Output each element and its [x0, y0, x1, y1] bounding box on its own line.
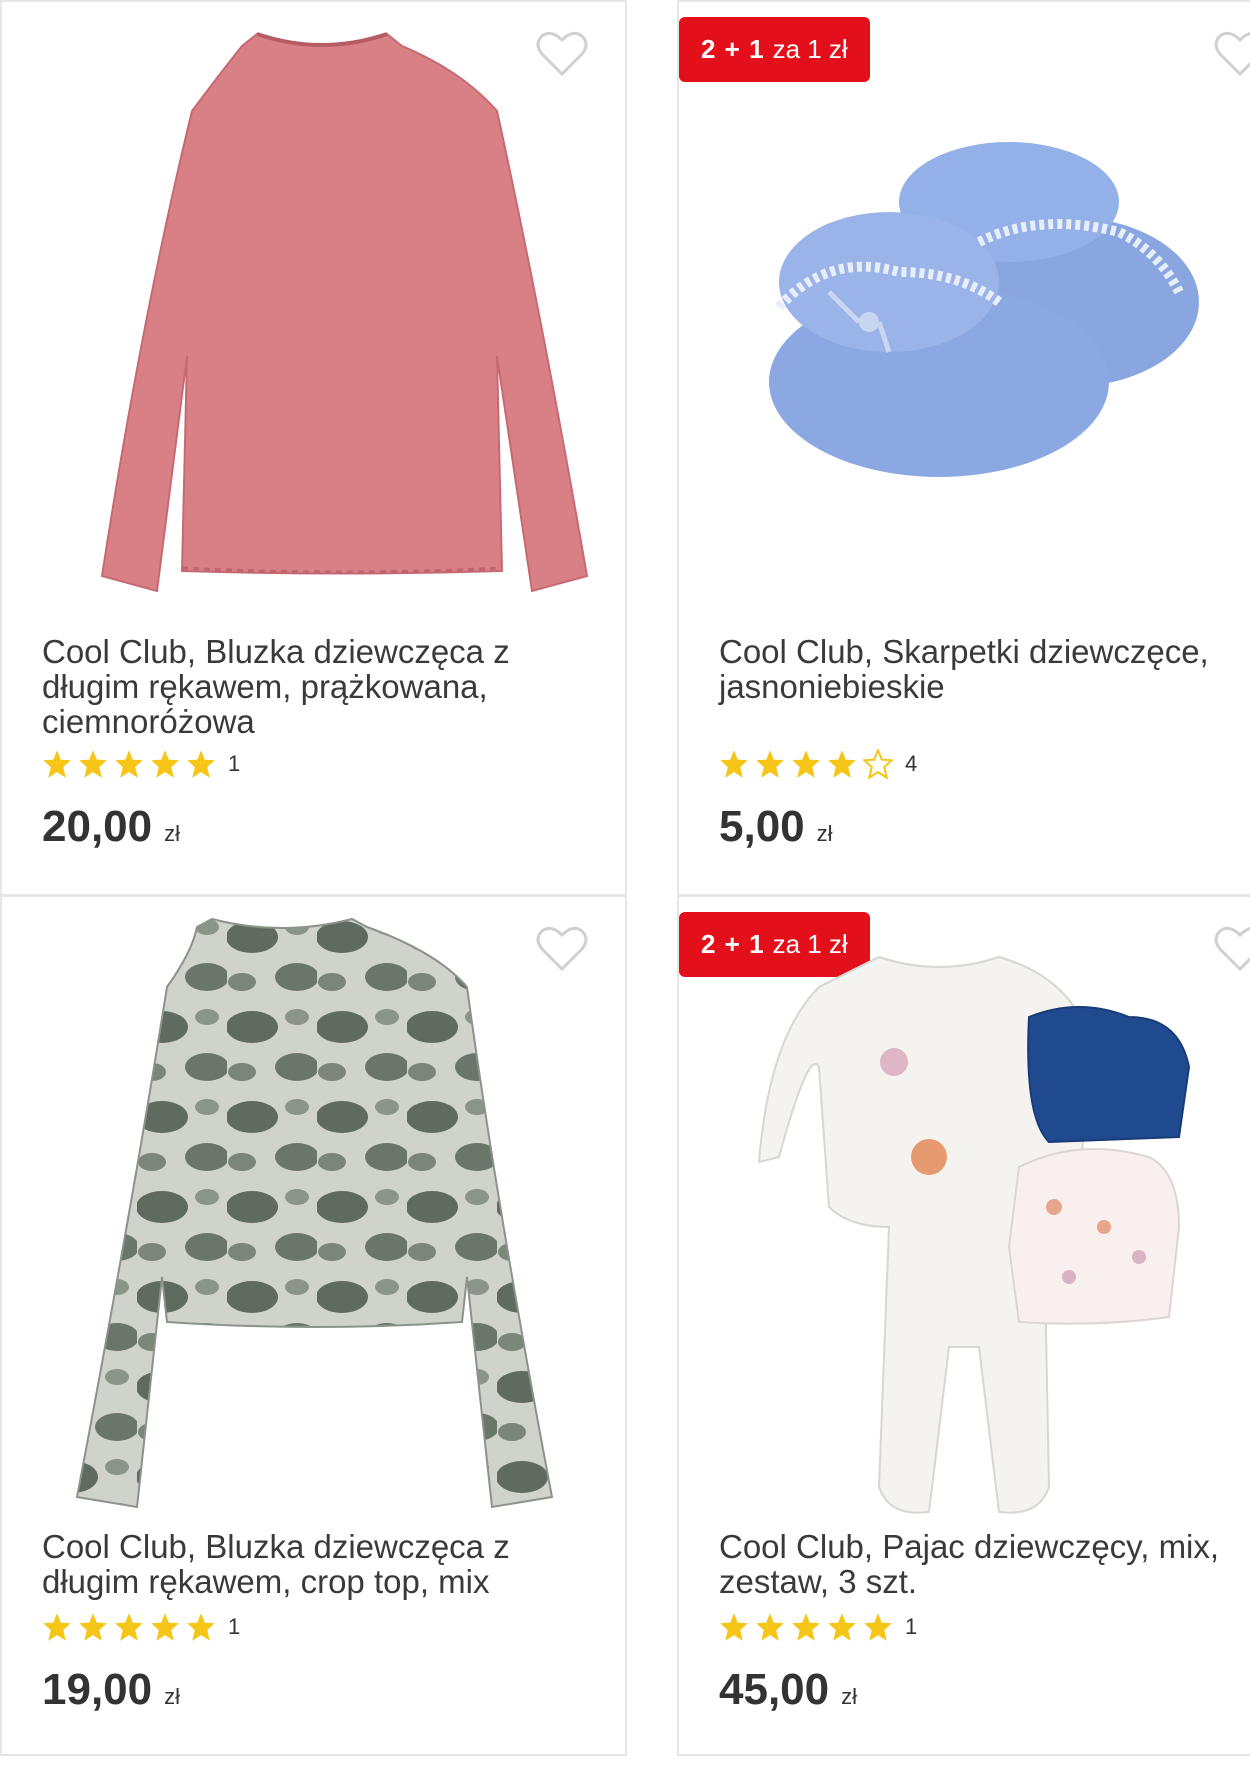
star-full-icon: [79, 750, 107, 778]
product-title[interactable]: Cool Club, Pajac dziewczęcy, mix, zestaw…: [719, 1529, 1239, 1599]
product-image[interactable]: [749, 927, 1249, 1517]
star-full-icon: [187, 1613, 215, 1641]
star-full-icon: [756, 750, 784, 778]
wishlist-heart-icon[interactable]: [536, 925, 588, 973]
product-card[interactable]: Cool Club, Bluzka dziewczęca z długim rę…: [0, 895, 627, 1756]
product-image[interactable]: [47, 907, 587, 1517]
star-full-icon: [187, 750, 215, 778]
price-amount: 45,00: [719, 1665, 830, 1714]
rating-count: 1: [905, 1614, 918, 1639]
product-image[interactable]: [739, 92, 1209, 492]
price-currency: zł: [164, 1684, 180, 1709]
product-image[interactable]: [42, 16, 602, 606]
promo-badge-strong: 2 + 1: [701, 34, 765, 64]
product-card[interactable]: Cool Club, Bluzka dziewczęca z długim rę…: [0, 0, 627, 896]
rating-stars: 1: [42, 744, 240, 784]
product-card[interactable]: 2 + 1 za 1 zł Cool Club, Pajac dziewczęc…: [677, 895, 1250, 1756]
price-amount: 5,00: [719, 802, 805, 851]
rating-stars: 1: [42, 1607, 240, 1647]
star-full-icon: [828, 1613, 856, 1641]
product-price: 45,00 zł: [719, 1665, 857, 1715]
star-full-icon: [43, 750, 71, 778]
star-full-icon: [864, 1613, 892, 1641]
rating-stars: 4: [719, 744, 917, 784]
star-full-icon: [79, 1613, 107, 1641]
price-currency: zł: [164, 821, 180, 846]
star-full-icon: [792, 1613, 820, 1641]
price-amount: 20,00: [42, 802, 153, 851]
rating-count: 1: [228, 751, 241, 776]
star-full-icon: [151, 1613, 179, 1641]
rating-count: 4: [905, 751, 918, 776]
wishlist-heart-icon[interactable]: [536, 30, 588, 78]
rating-count: 1: [228, 1614, 241, 1639]
product-price: 19,00 zł: [42, 1665, 180, 1715]
price-currency: zł: [816, 821, 833, 846]
star-full-icon: [792, 750, 820, 778]
rating-stars: 1: [719, 1607, 917, 1647]
star-full-icon: [756, 1613, 784, 1641]
star-full-icon: [151, 750, 179, 778]
star-empty-icon: [863, 749, 893, 779]
promo-badge: 2 + 1 za 1 zł: [679, 17, 870, 82]
product-title[interactable]: Cool Club, Bluzka dziewczęca z długim rę…: [42, 634, 602, 739]
product-price: 20,00 zł: [42, 802, 180, 852]
star-full-icon: [115, 1613, 143, 1641]
star-full-icon: [43, 1613, 71, 1641]
star-full-icon: [115, 750, 143, 778]
product-grid: Cool Club, Bluzka dziewczęca z długim rę…: [0, 0, 1250, 1792]
star-full-icon: [720, 1613, 748, 1641]
product-card[interactable]: 2 + 1 za 1 zł Cool Club, Skarpetki dziew…: [677, 0, 1250, 896]
product-price: 5,00 zł: [719, 802, 833, 852]
product-title[interactable]: Cool Club, Skarpetki dziewczęce, jasnoni…: [719, 634, 1239, 704]
promo-badge-text: za 1 zł: [772, 34, 848, 64]
wishlist-heart-icon[interactable]: [1214, 30, 1250, 78]
wishlist-heart-icon[interactable]: [1214, 925, 1250, 973]
price-amount: 19,00: [42, 1665, 153, 1714]
price-currency: zł: [841, 1684, 857, 1709]
star-full-icon: [828, 750, 856, 778]
product-title[interactable]: Cool Club, Bluzka dziewczęca z długim rę…: [42, 1529, 602, 1599]
star-full-icon: [720, 750, 748, 778]
